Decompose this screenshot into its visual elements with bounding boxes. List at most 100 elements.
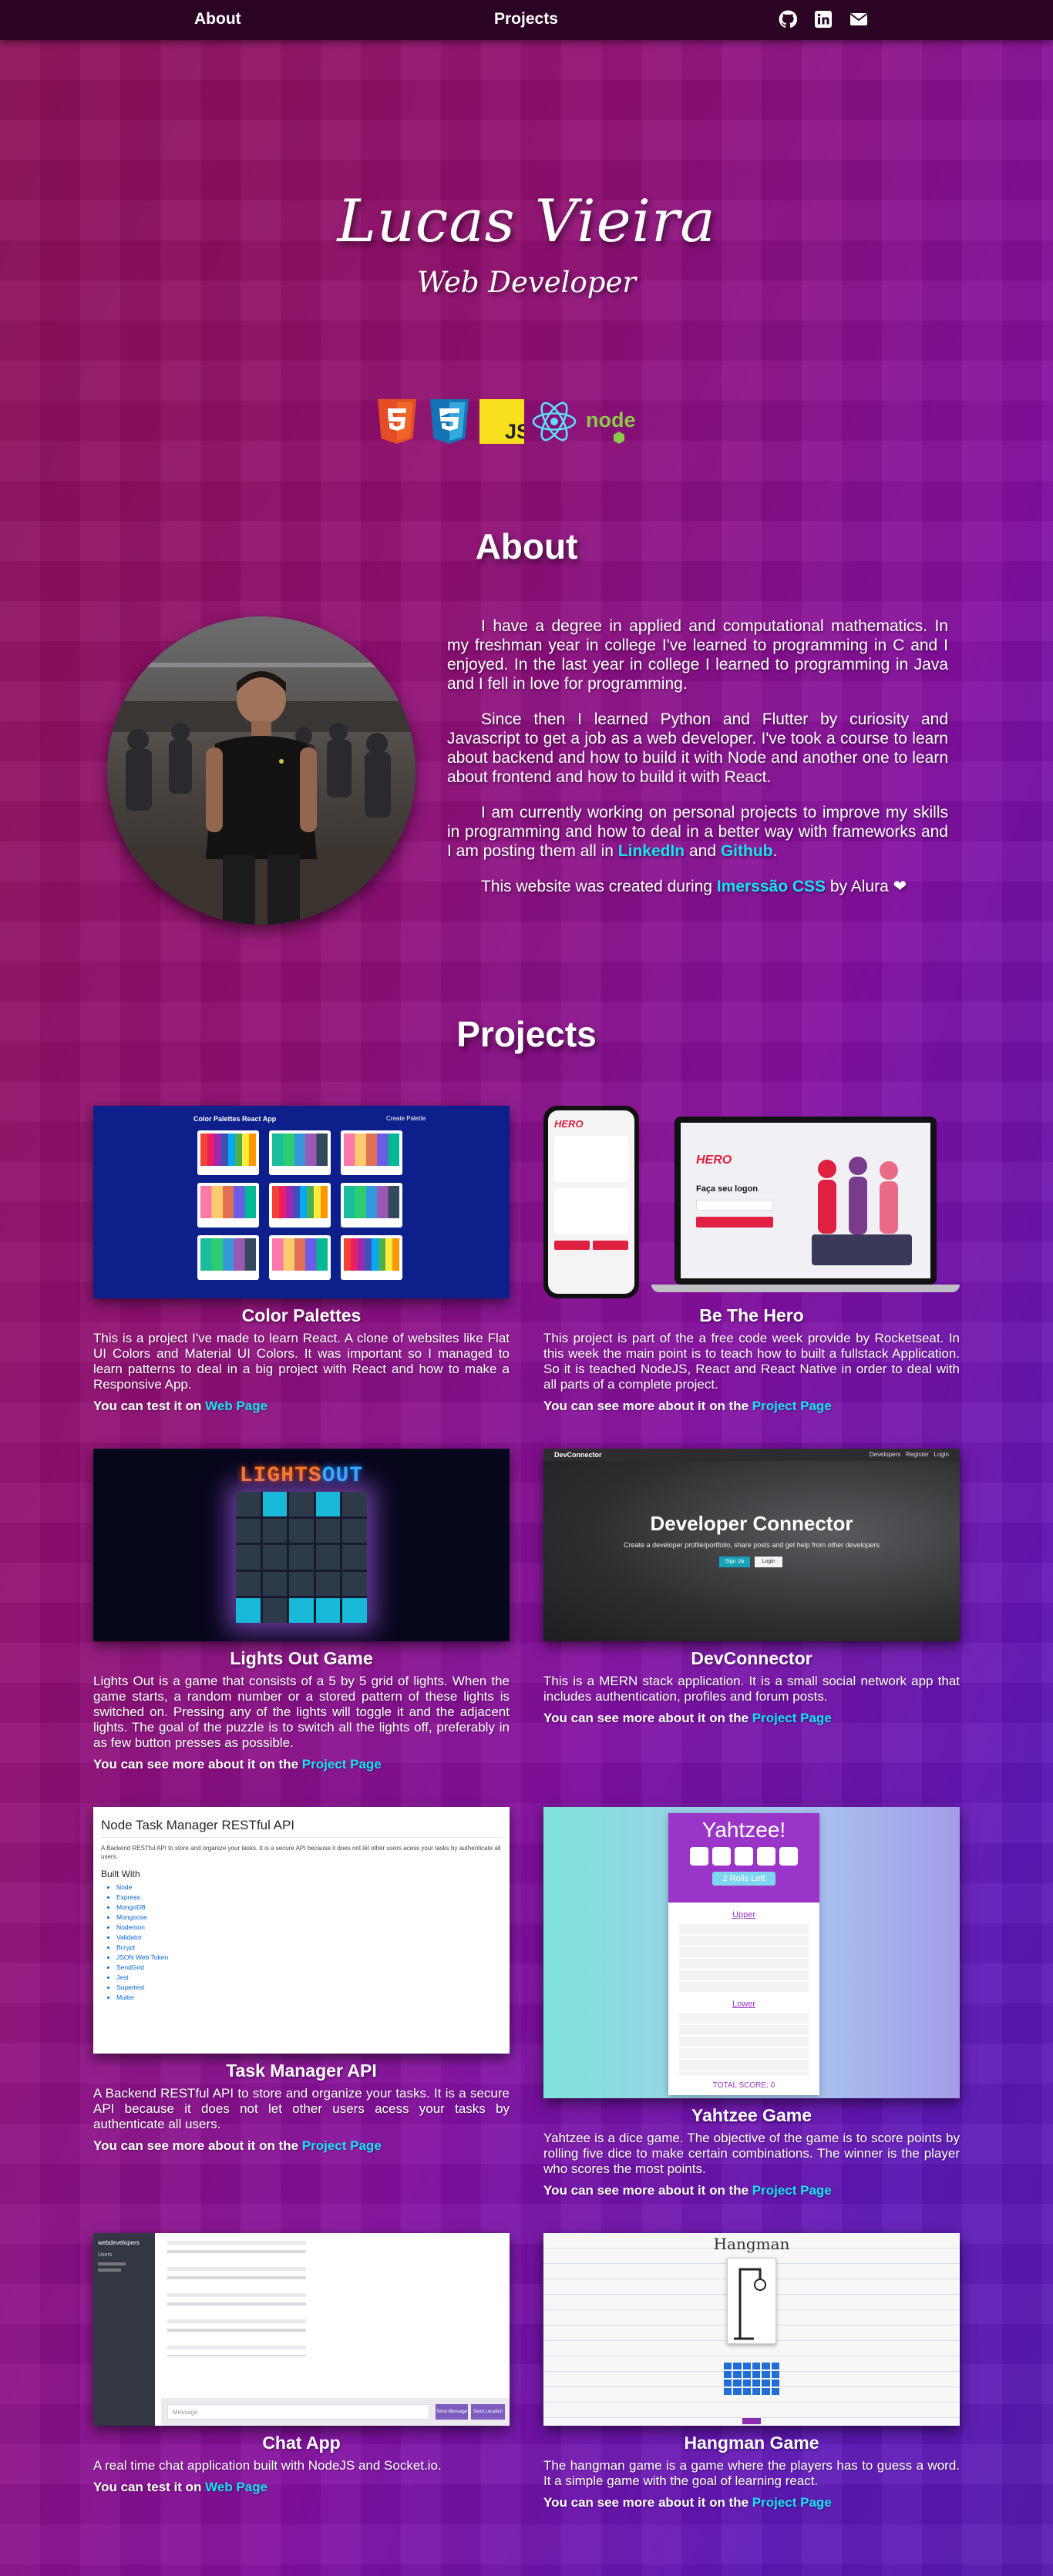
project-link[interactable]: Project Page: [752, 2183, 832, 2198]
screenshot-text: A Backend RESTful API to store and organ…: [101, 1845, 501, 1860]
github-link[interactable]: Github: [721, 842, 773, 860]
screenshot-logo: HERO: [696, 1154, 732, 1167]
project-title: Yahtzee Game: [691, 2105, 812, 2125]
project-link[interactable]: Project Page: [752, 1399, 832, 1413]
about-text-segment: .: [772, 842, 778, 860]
about-text-segment: This website was created during: [481, 878, 717, 895]
project-card-color-palettes: Color Palettes React App Create Palette …: [93, 1106, 510, 1414]
screenshot-login: Login: [755, 1557, 782, 1567]
project-card-be-the-hero: HERO HERO Faça seu logon Be The Hero Thi…: [543, 1106, 960, 1414]
screenshot-logo: HERO: [554, 1118, 584, 1130]
tech-item: Multer: [116, 1993, 502, 2003]
project-link[interactable]: Project Page: [302, 2138, 382, 2153]
project-card-yahtzee: Yahtzee! 2 Rolls Left Upper Lower TOTAL …: [543, 1807, 960, 2198]
project-link[interactable]: Project Page: [752, 2495, 832, 2510]
project-link-line: You can test it on Web Page: [93, 2480, 510, 2495]
about-text-segment: and: [685, 842, 721, 860]
project-screenshot[interactable]: HERO HERO Faça seu logon: [543, 1106, 960, 1298]
project-link-line: You can see more about it on the Project…: [93, 1757, 510, 1772]
hero-role: Web Developer: [416, 266, 637, 299]
tech-stack: JS node: [375, 398, 651, 445]
projects-title: Projects: [456, 1014, 597, 1054]
project-screenshot[interactable]: Color Palettes React App Create Palette: [93, 1106, 510, 1298]
screenshot-send-button: Send Message: [436, 2404, 468, 2420]
nav-link-about[interactable]: About: [194, 10, 241, 29]
project-link[interactable]: Web Page: [205, 1399, 267, 1413]
project-screenshot[interactable]: LIGHTSOUT: [93, 1449, 510, 1641]
project-link[interactable]: Web Page: [205, 2480, 267, 2494]
screenshot-room: webdevelopers: [98, 2239, 140, 2246]
screenshot-action: Create Palette: [386, 1115, 426, 1122]
project-card-lights-out: LIGHTSOUT Lights Out Game Lights Out is …: [93, 1449, 510, 1772]
screenshot-heading: Developer Connector: [650, 1512, 853, 1535]
screenshot-message-input: Message: [167, 2404, 429, 2420]
about-text: I have a degree in applied and computati…: [447, 616, 948, 912]
project-link-prefix: You can see more about it on the: [543, 1399, 752, 1413]
project-description: This is a project I've made to learn Rea…: [93, 1331, 510, 1392]
project-title: Chat App: [262, 2433, 341, 2453]
hero-name: Lucas Vieira: [337, 186, 716, 255]
screenshot-title-lights: LIGHTS: [239, 1464, 322, 1488]
project-link-line: You can see more about it on the Project…: [543, 2495, 960, 2511]
tech-item: Node: [116, 1882, 502, 1893]
screenshot-rolls: 2 Rolls Left: [712, 1872, 775, 1886]
js-icon: JS: [479, 399, 524, 444]
project-title: Task Manager API: [226, 2060, 377, 2081]
github-icon[interactable]: [779, 10, 797, 29]
project-link-prefix: You can see more about it on the: [93, 2138, 302, 2153]
tech-item: MongoDB: [116, 1903, 502, 1913]
tech-item: Supertest: [116, 1983, 502, 1993]
screenshot-heading: Hangman: [713, 2235, 790, 2253]
project-title: Lights Out Game: [230, 1648, 373, 1668]
nav-link-projects[interactable]: Projects: [494, 10, 558, 29]
project-screenshot[interactable]: Yahtzee! 2 Rolls Left Upper Lower TOTAL …: [543, 1807, 960, 2098]
svg-text:node: node: [586, 408, 636, 432]
about-paragraph: Since then I learned Python and Flutter …: [447, 710, 948, 786]
screenshot-app-title: Color Palettes React App: [193, 1115, 277, 1123]
project-screenshot[interactable]: Hangman: [543, 2233, 960, 2426]
project-link-line: You can see more about it on the Project…: [543, 2183, 960, 2198]
screenshot-heading: Yahtzee!: [701, 1818, 786, 1842]
tech-item: SendGrid: [116, 1963, 502, 1973]
about-paragraph: This website was created during Imerssão…: [447, 877, 948, 896]
project-description: This is a MERN stack application. It is …: [543, 1674, 960, 1704]
project-card-task-manager: Node Task Manager RESTful API A Backend …: [93, 1807, 510, 2154]
imersao-css-link[interactable]: Imerssão CSS: [717, 878, 826, 895]
project-screenshot[interactable]: webdevelopers Users Message Send Message…: [93, 2233, 510, 2426]
screenshot-title-out: OUT: [321, 1464, 364, 1488]
screenshot-built-with: Built With: [101, 1869, 140, 1879]
project-link-prefix: You can see more about it on the: [543, 2495, 752, 2510]
screenshot-heading: Node Task Manager RESTful API: [101, 1818, 502, 1838]
tech-item: Bcrypt: [116, 1943, 502, 1953]
screenshot-heading: Faça seu logon: [696, 1184, 759, 1194]
project-link[interactable]: Project Page: [302, 1757, 382, 1772]
project-title: Color Palettes: [241, 1305, 362, 1325]
tech-item: JSON Web Token: [116, 1953, 502, 1963]
profile-photo: [107, 616, 415, 925]
project-link-prefix: You can see more about it on the: [543, 2183, 752, 2198]
screenshot-upper: Upper: [732, 1910, 755, 1919]
screenshot-location-button: Send Location: [471, 2404, 505, 2420]
project-screenshot[interactable]: Node Task Manager RESTful API A Backend …: [93, 1807, 510, 2054]
project-screenshot[interactable]: DevConnector Developers Register Login D…: [543, 1449, 960, 1641]
screenshot-lower: Lower: [732, 2000, 755, 2009]
tech-item: Mongoose: [116, 1913, 502, 1923]
envelope-icon[interactable]: [849, 10, 868, 29]
top-navbar: About Projects: [0, 0, 1053, 40]
project-link-prefix: You can see more about it on the: [93, 1757, 302, 1772]
project-title: DevConnector: [691, 1648, 812, 1668]
html5-icon: [378, 399, 416, 444]
project-description: The hangman game is a game where the pla…: [543, 2458, 960, 2488]
project-link-line: You can test it on Web Page: [93, 1399, 510, 1414]
about-title: About: [475, 526, 578, 566]
screenshot-total: TOTAL SCORE: 0: [712, 2081, 775, 2090]
nodejs-icon: node: [586, 408, 636, 444]
project-card-hangman: Hangman Hangman Game The hangman game is…: [543, 2233, 960, 2511]
linkedin-icon[interactable]: [814, 10, 833, 29]
project-link-prefix: You can test it on: [93, 1399, 206, 1413]
project-link[interactable]: Project Page: [752, 1711, 832, 1725]
screenshot-tech-list: Node Express MongoDB Mongoose Nodemon Va…: [116, 1882, 502, 2003]
project-link-line: You can see more about it on the Project…: [93, 2138, 510, 2154]
project-title: Hangman Game: [684, 2433, 819, 2453]
linkedin-link[interactable]: LinkedIn: [618, 842, 685, 860]
